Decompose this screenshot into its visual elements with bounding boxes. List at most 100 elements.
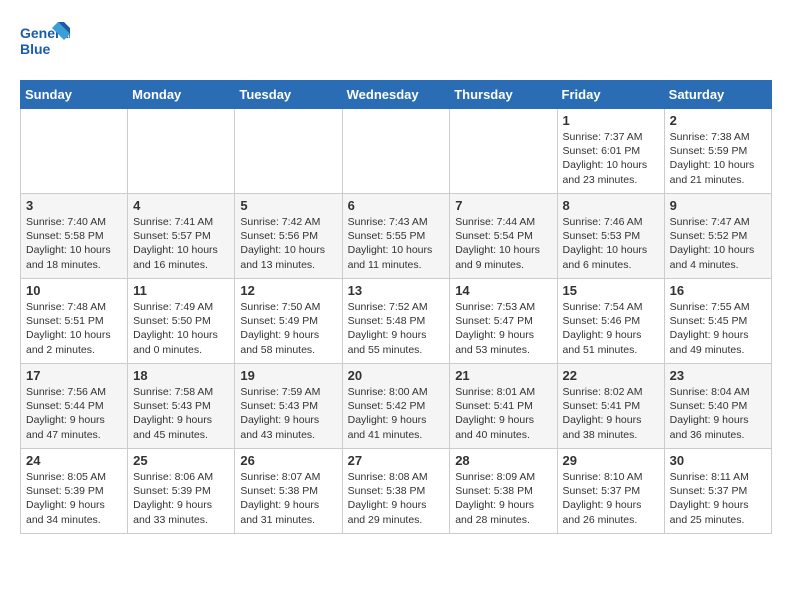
weekday-header: Wednesday (342, 81, 450, 109)
day-info: Sunrise: 7:44 AM Sunset: 5:54 PM Dayligh… (455, 215, 551, 272)
day-info: Sunrise: 8:11 AM Sunset: 5:37 PM Dayligh… (670, 470, 766, 527)
day-info: Sunrise: 7:46 AM Sunset: 5:53 PM Dayligh… (563, 215, 659, 272)
day-info: Sunrise: 8:09 AM Sunset: 5:38 PM Dayligh… (455, 470, 551, 527)
day-info: Sunrise: 7:54 AM Sunset: 5:46 PM Dayligh… (563, 300, 659, 357)
calendar-week-row: 24 Sunrise: 8:05 AM Sunset: 5:39 PM Dayli… (21, 449, 772, 534)
day-info: Sunrise: 8:05 AM Sunset: 5:39 PM Dayligh… (26, 470, 122, 527)
calendar-cell: 12Sunrise: 7:50 AM Sunset: 5:49 PM Dayli… (235, 279, 342, 364)
calendar-cell: 4Sunrise: 7:41 AM Sunset: 5:57 PM Daylig… (128, 194, 235, 279)
day-info: Sunrise: 7:42 AM Sunset: 5:56 PM Dayligh… (240, 215, 336, 272)
day-number: 3 (26, 198, 122, 213)
day-number: 30 (670, 453, 766, 468)
calendar-cell: 25 Sunrise: 8:06 AM Sunset: 5:39 PM Dayli… (128, 449, 235, 534)
calendar-cell: 9Sunrise: 7:47 AM Sunset: 5:52 PM Daylig… (664, 194, 771, 279)
day-info: Sunrise: 8:01 AM Sunset: 5:41 PM Dayligh… (455, 385, 551, 442)
weekday-header: Saturday (664, 81, 771, 109)
calendar-cell: 27 Sunrise: 8:08 AM Sunset: 5:38 PM Dayli… (342, 449, 450, 534)
day-number: 19 (240, 368, 336, 383)
calendar-cell: 1 Sunrise: 7:37 AM Sunset: 6:01 PM Daylig… (557, 109, 664, 194)
day-number: 16 (670, 283, 766, 298)
day-number: 13 (348, 283, 445, 298)
calendar-cell (21, 109, 128, 194)
logo-svg: General Blue (20, 20, 70, 64)
calendar-cell: 26 Sunrise: 8:07 AM Sunset: 5:38 PM Dayli… (235, 449, 342, 534)
calendar-week-row: 17Sunrise: 7:56 AM Sunset: 5:44 PM Dayli… (21, 364, 772, 449)
day-info: Sunrise: 7:58 AM Sunset: 5:43 PM Dayligh… (133, 385, 229, 442)
day-info: Sunrise: 7:43 AM Sunset: 5:55 PM Dayligh… (348, 215, 445, 272)
calendar-cell: 22 Sunrise: 8:02 AM Sunset: 5:41 PM Dayli… (557, 364, 664, 449)
day-info: Sunrise: 7:38 AM Sunset: 5:59 PM Dayligh… (670, 130, 766, 187)
calendar-cell: 13 Sunrise: 7:52 AM Sunset: 5:48 PM Dayli… (342, 279, 450, 364)
calendar-cell (450, 109, 557, 194)
day-number: 22 (563, 368, 659, 383)
day-number: 1 (563, 113, 659, 128)
day-info: Sunrise: 7:55 AM Sunset: 5:45 PM Dayligh… (670, 300, 766, 357)
day-info: Sunrise: 7:56 AM Sunset: 5:44 PM Dayligh… (26, 385, 122, 442)
calendar-cell (235, 109, 342, 194)
weekday-header: Tuesday (235, 81, 342, 109)
calendar-cell (128, 109, 235, 194)
calendar-cell: 5Sunrise: 7:42 AM Sunset: 5:56 PM Daylig… (235, 194, 342, 279)
calendar-cell: 28 Sunrise: 8:09 AM Sunset: 5:38 PM Dayli… (450, 449, 557, 534)
calendar-cell: 2 Sunrise: 7:38 AM Sunset: 5:59 PM Daylig… (664, 109, 771, 194)
calendar-cell: 8 Sunrise: 7:46 AM Sunset: 5:53 PM Daylig… (557, 194, 664, 279)
weekday-header: Thursday (450, 81, 557, 109)
day-number: 23 (670, 368, 766, 383)
weekday-header: Monday (128, 81, 235, 109)
calendar-cell: 16 Sunrise: 7:55 AM Sunset: 5:45 PM Dayli… (664, 279, 771, 364)
header: General Blue (20, 20, 772, 64)
day-number: 28 (455, 453, 551, 468)
day-info: Sunrise: 7:59 AM Sunset: 5:43 PM Dayligh… (240, 385, 336, 442)
calendar-table: SundayMondayTuesdayWednesdayThursdayFrid… (20, 80, 772, 534)
calendar-cell: 6 Sunrise: 7:43 AM Sunset: 5:55 PM Daylig… (342, 194, 450, 279)
weekday-header: Friday (557, 81, 664, 109)
day-info: Sunrise: 7:37 AM Sunset: 6:01 PM Dayligh… (563, 130, 659, 187)
day-number: 29 (563, 453, 659, 468)
weekday-header-row: SundayMondayTuesdayWednesdayThursdayFrid… (21, 81, 772, 109)
day-info: Sunrise: 8:10 AM Sunset: 5:37 PM Dayligh… (563, 470, 659, 527)
calendar-cell: 20Sunrise: 8:00 AM Sunset: 5:42 PM Dayli… (342, 364, 450, 449)
day-number: 27 (348, 453, 445, 468)
calendar-week-row: 10 Sunrise: 7:48 AM Sunset: 5:51 PM Dayli… (21, 279, 772, 364)
calendar-cell: 11Sunrise: 7:49 AM Sunset: 5:50 PM Dayli… (128, 279, 235, 364)
day-info: Sunrise: 8:07 AM Sunset: 5:38 PM Dayligh… (240, 470, 336, 527)
calendar-cell: 30 Sunrise: 8:11 AM Sunset: 5:37 PM Dayli… (664, 449, 771, 534)
calendar-cell: 18 Sunrise: 7:58 AM Sunset: 5:43 PM Dayli… (128, 364, 235, 449)
day-number: 25 (133, 453, 229, 468)
logo: General Blue (20, 20, 70, 64)
calendar-cell: 7 Sunrise: 7:44 AM Sunset: 5:54 PM Daylig… (450, 194, 557, 279)
day-info: Sunrise: 8:06 AM Sunset: 5:39 PM Dayligh… (133, 470, 229, 527)
calendar-cell: 21 Sunrise: 8:01 AM Sunset: 5:41 PM Dayli… (450, 364, 557, 449)
day-number: 7 (455, 198, 551, 213)
day-number: 21 (455, 368, 551, 383)
day-info: Sunrise: 7:53 AM Sunset: 5:47 PM Dayligh… (455, 300, 551, 357)
calendar-week-row: 1 Sunrise: 7:37 AM Sunset: 6:01 PM Daylig… (21, 109, 772, 194)
calendar-cell: 14 Sunrise: 7:53 AM Sunset: 5:47 PM Dayli… (450, 279, 557, 364)
day-info: Sunrise: 7:47 AM Sunset: 5:52 PM Dayligh… (670, 215, 766, 272)
day-info: Sunrise: 7:48 AM Sunset: 5:51 PM Dayligh… (26, 300, 122, 357)
day-number: 2 (670, 113, 766, 128)
calendar-cell: 15 Sunrise: 7:54 AM Sunset: 5:46 PM Dayli… (557, 279, 664, 364)
day-info: Sunrise: 7:40 AM Sunset: 5:58 PM Dayligh… (26, 215, 122, 272)
day-info: Sunrise: 8:04 AM Sunset: 5:40 PM Dayligh… (670, 385, 766, 442)
day-info: Sunrise: 7:52 AM Sunset: 5:48 PM Dayligh… (348, 300, 445, 357)
weekday-header: Sunday (21, 81, 128, 109)
day-number: 12 (240, 283, 336, 298)
day-number: 20 (348, 368, 445, 383)
day-number: 14 (455, 283, 551, 298)
svg-text:Blue: Blue (20, 41, 51, 57)
day-number: 8 (563, 198, 659, 213)
day-number: 10 (26, 283, 122, 298)
day-number: 24 (26, 453, 122, 468)
calendar-cell: 17Sunrise: 7:56 AM Sunset: 5:44 PM Dayli… (21, 364, 128, 449)
day-info: Sunrise: 8:08 AM Sunset: 5:38 PM Dayligh… (348, 470, 445, 527)
day-number: 26 (240, 453, 336, 468)
day-number: 15 (563, 283, 659, 298)
day-number: 6 (348, 198, 445, 213)
calendar-cell (342, 109, 450, 194)
calendar-cell: 3 Sunrise: 7:40 AM Sunset: 5:58 PM Daylig… (21, 194, 128, 279)
day-info: Sunrise: 8:02 AM Sunset: 5:41 PM Dayligh… (563, 385, 659, 442)
calendar-cell: 29 Sunrise: 8:10 AM Sunset: 5:37 PM Dayli… (557, 449, 664, 534)
day-number: 18 (133, 368, 229, 383)
calendar-week-row: 3 Sunrise: 7:40 AM Sunset: 5:58 PM Daylig… (21, 194, 772, 279)
